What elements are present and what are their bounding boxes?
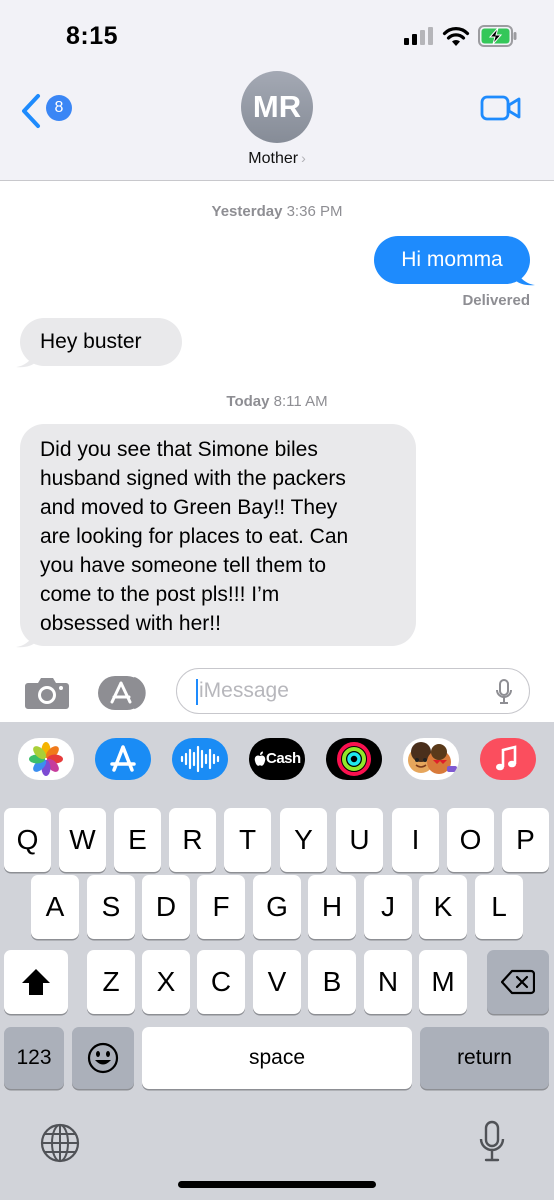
status-time: 8:15 <box>66 22 119 50</box>
contact-avatar[interactable]: MR <box>241 71 313 143</box>
key-o[interactable]: O <box>447 808 494 872</box>
timestamp-day: Today <box>226 393 270 410</box>
delete-backspace-icon <box>500 969 536 995</box>
key-y[interactable]: Y <box>280 808 327 872</box>
home-indicator[interactable] <box>178 1181 376 1188</box>
message-line: you have someone tell them to <box>40 554 327 577</box>
key-d[interactable]: D <box>142 875 190 939</box>
key-a[interactable]: A <box>31 875 79 939</box>
activity-button[interactable] <box>326 738 382 780</box>
text-cursor <box>196 679 198 705</box>
return-key[interactable]: return <box>420 1027 549 1089</box>
key-q[interactable]: Q <box>4 808 51 872</box>
conversation-header: 8 MR Mother › <box>0 66 554 181</box>
apple-logo-icon <box>254 751 266 766</box>
delivered-status: Delivered <box>462 292 530 309</box>
apple-cash-label: Cash <box>266 750 301 767</box>
key-x[interactable]: X <box>142 950 190 1014</box>
imessage-input[interactable]: iMessage <box>176 668 530 714</box>
compose-bar: iMessage <box>0 660 554 722</box>
photos-app-button[interactable] <box>18 738 74 780</box>
key-r[interactable]: R <box>169 808 216 872</box>
key-l[interactable]: L <box>475 875 523 939</box>
key-k[interactable]: K <box>419 875 467 939</box>
message-text: Hey buster <box>40 330 142 353</box>
app-store-icon <box>110 745 136 772</box>
key-f[interactable]: F <box>197 875 245 939</box>
bubble-tail <box>515 266 535 286</box>
keyboard-area: Cash Q W E R T Y U I O P A S D F G H J K… <box>0 722 554 1200</box>
status-bar: 8:15 <box>0 0 554 66</box>
audio-message-button[interactable] <box>172 738 228 780</box>
key-p[interactable]: P <box>502 808 549 872</box>
dictation-microphone-icon[interactable] <box>478 1120 506 1164</box>
outgoing-message-bubble[interactable]: Hi momma <box>374 236 530 284</box>
chevron-left-icon <box>22 94 40 128</box>
numbers-key[interactable]: 123 <box>4 1027 64 1089</box>
bubble-tail <box>16 628 36 648</box>
key-g[interactable]: G <box>253 875 301 939</box>
activity-rings-icon <box>337 742 371 776</box>
key-c[interactable]: C <box>197 950 245 1014</box>
photos-icon <box>29 742 63 776</box>
chevron-right-icon: › <box>301 150 306 166</box>
incoming-message-bubble[interactable]: Hey buster <box>20 318 182 366</box>
bubble-tail <box>16 348 36 368</box>
timestamp-day: Yesterday <box>211 203 283 220</box>
unread-count-badge: 8 <box>46 95 72 121</box>
message-line: come to the post pls!!! I’m <box>40 583 280 606</box>
space-key[interactable]: space <box>142 1027 412 1089</box>
key-b[interactable]: B <box>308 950 356 1014</box>
message-text: Hi momma <box>401 248 503 271</box>
waveform-icon <box>180 745 220 773</box>
key-n[interactable]: N <box>364 950 412 1014</box>
shift-key[interactable] <box>4 950 68 1014</box>
key-m[interactable]: M <box>419 950 467 1014</box>
back-button[interactable]: 8 <box>20 89 80 133</box>
music-button[interactable] <box>480 738 536 780</box>
contact-name-button[interactable]: Mother › <box>200 150 354 168</box>
key-i[interactable]: I <box>392 808 439 872</box>
music-note-icon <box>496 745 517 771</box>
cellular-signal-icon <box>404 27 433 45</box>
memoji-icon <box>408 742 457 774</box>
key-j[interactable]: J <box>364 875 412 939</box>
message-line: husband signed with the packers <box>40 467 346 490</box>
app-store-apps-button[interactable] <box>96 674 154 712</box>
camera-button[interactable] <box>24 676 70 710</box>
facetime-video-button[interactable] <box>480 94 522 122</box>
key-h[interactable]: H <box>308 875 356 939</box>
globe-icon[interactable] <box>39 1122 81 1164</box>
apple-cash-button[interactable]: Cash <box>249 738 305 780</box>
timestamp-yesterday: Yesterday 3:36 PM <box>0 203 554 220</box>
key-t[interactable]: T <box>224 808 271 872</box>
message-line: Did you see that Simone biles <box>40 438 318 461</box>
message-line: and moved to Green Bay!! They <box>40 496 338 519</box>
emoji-key[interactable] <box>72 1027 134 1089</box>
dictation-mic-icon[interactable] <box>495 678 513 706</box>
wifi-icon <box>442 27 470 46</box>
battery-charging-icon <box>478 25 517 47</box>
imessage-placeholder: iMessage <box>199 679 289 702</box>
message-line: are looking for places to eat. Can <box>40 525 349 548</box>
shift-arrow-icon <box>22 969 50 995</box>
timestamp-time: 8:11 AM <box>273 393 328 410</box>
message-line: obsessed with her!! <box>40 612 221 635</box>
key-s[interactable]: S <box>87 875 135 939</box>
key-u[interactable]: U <box>336 808 383 872</box>
emoji-smiley-icon <box>87 1042 119 1074</box>
key-w[interactable]: W <box>59 808 106 872</box>
key-v[interactable]: V <box>253 950 301 1014</box>
timestamp-time: 3:36 PM <box>286 203 343 220</box>
incoming-message-bubble[interactable]: Did you see that Simone biles husband si… <box>20 424 416 646</box>
memoji-stickers-button[interactable] <box>403 738 459 780</box>
app-store-button[interactable] <box>95 738 151 780</box>
timestamp-today: Today 8:11 AM <box>0 393 554 410</box>
contact-name: Mother <box>248 150 299 167</box>
key-z[interactable]: Z <box>87 950 135 1014</box>
delete-key[interactable] <box>487 950 549 1014</box>
key-e[interactable]: E <box>114 808 161 872</box>
